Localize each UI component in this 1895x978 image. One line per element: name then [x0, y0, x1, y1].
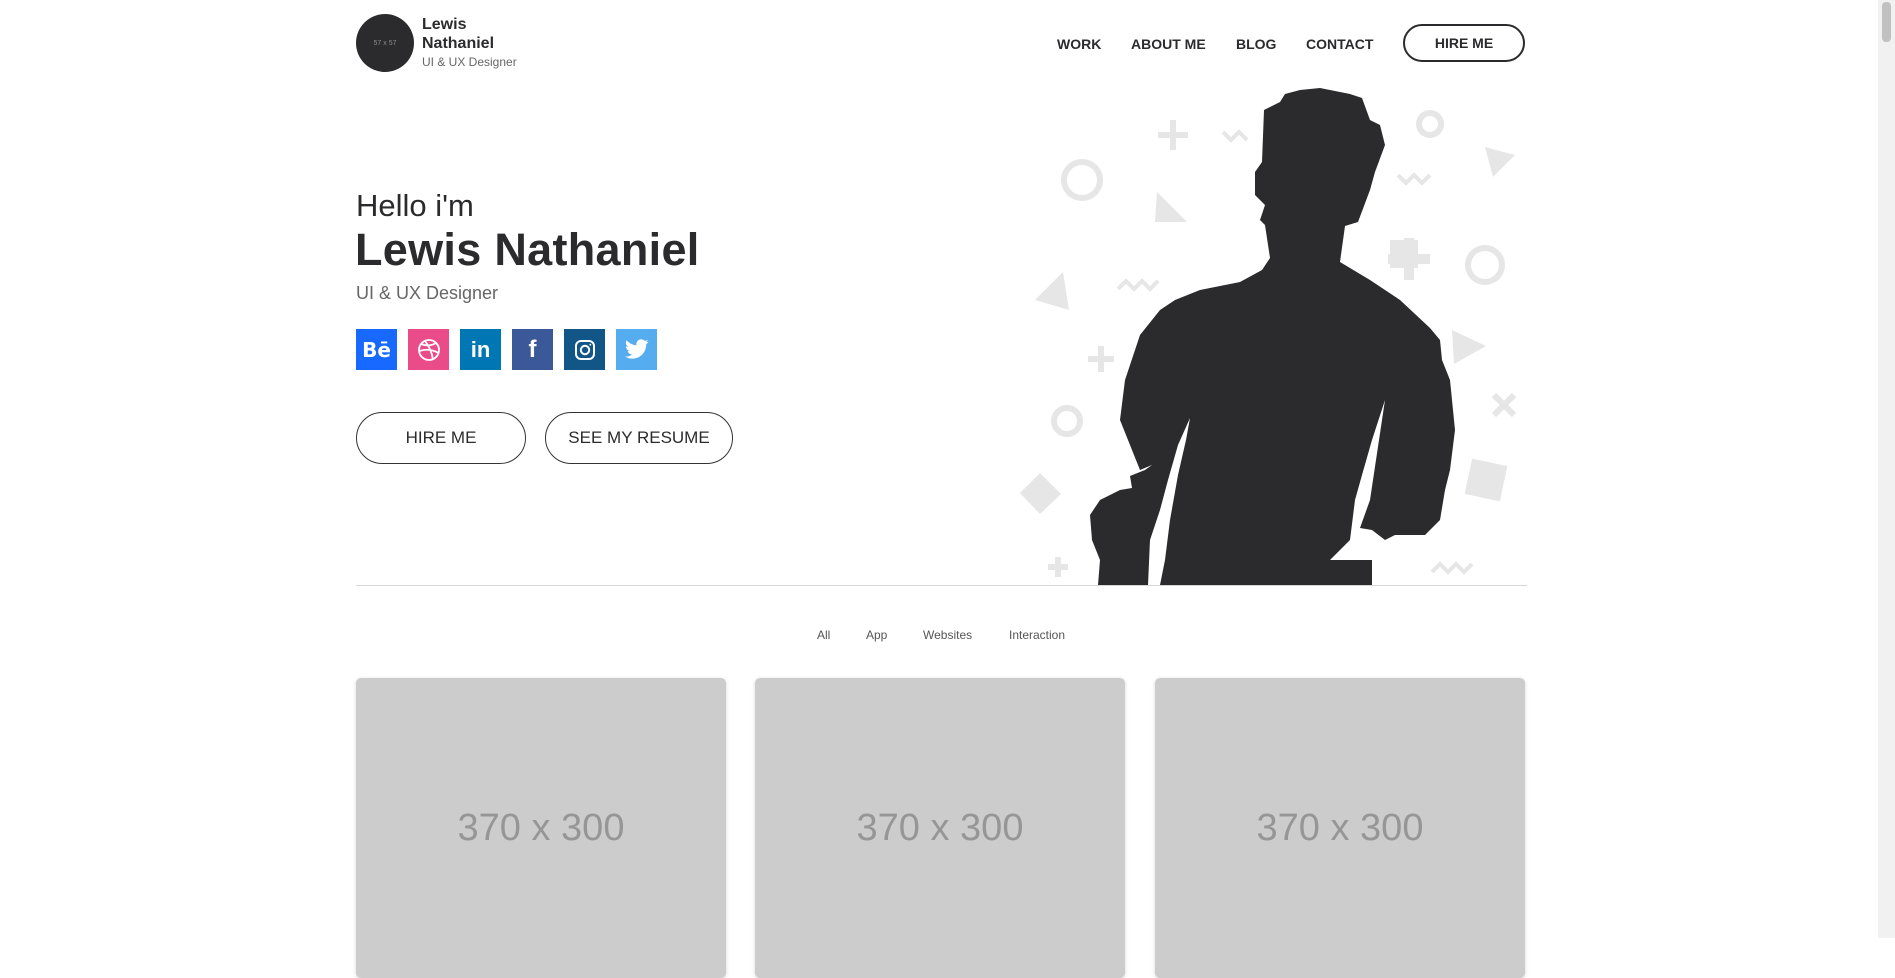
- image-placeholder-label: 370 x 300: [856, 806, 1024, 849]
- instagram-icon: [574, 339, 595, 360]
- logo-name[interactable]: Lewis Nathaniel: [422, 15, 512, 53]
- person-silhouette: [1090, 88, 1455, 585]
- hire-me-button[interactable]: HIRE ME: [356, 412, 526, 464]
- filter-app[interactable]: App: [866, 628, 887, 642]
- twitter-button[interactable]: [616, 329, 657, 370]
- filter-websites[interactable]: Websites: [923, 628, 972, 642]
- hero-greeting: Hello i'm: [356, 188, 474, 223]
- portfolio-item[interactable]: 370 x 300: [755, 678, 1125, 978]
- linkedin-icon: in: [470, 336, 491, 362]
- nav-about-me[interactable]: ABOUT ME: [1131, 36, 1206, 52]
- hero-divider: [356, 585, 1527, 586]
- image-placeholder-label: 370 x 300: [1256, 806, 1424, 849]
- behance-button[interactable]: Bē: [356, 329, 397, 370]
- logo-role: UI & UX Designer: [422, 55, 517, 69]
- hero-name: Lewis Nathaniel: [355, 224, 700, 275]
- filter-interaction[interactable]: Interaction: [1009, 628, 1065, 642]
- portfolio-item[interactable]: 370 x 300: [356, 678, 726, 978]
- image-placeholder-label: 370 x 300: [457, 806, 625, 849]
- scrollbar-thumb[interactable]: [1882, 2, 1891, 42]
- instagram-button[interactable]: [564, 329, 605, 370]
- logo-avatar[interactable]: 57 x 57: [356, 14, 414, 72]
- hero-illustration: [1020, 88, 1517, 585]
- twitter-icon: [624, 338, 648, 359]
- linkedin-button[interactable]: in: [460, 329, 501, 370]
- dribbble-icon: [417, 338, 440, 361]
- hero-role: UI & UX Designer: [356, 283, 499, 303]
- avatar-placeholder-text: 57 x 57: [373, 39, 397, 47]
- facebook-icon: f: [528, 335, 537, 363]
- nav-contact[interactable]: CONTACT: [1306, 36, 1373, 52]
- filter-all[interactable]: All: [817, 628, 830, 642]
- nav-blog[interactable]: BLOG: [1236, 36, 1276, 52]
- dribbble-button[interactable]: [408, 329, 449, 370]
- portfolio-item[interactable]: 370 x 300: [1155, 678, 1525, 978]
- header-hire-me-button[interactable]: HIRE ME: [1403, 24, 1525, 62]
- behance-icon: Bē: [362, 337, 391, 362]
- facebook-button[interactable]: f: [512, 329, 553, 370]
- page-scrollbar[interactable]: [1878, 0, 1895, 938]
- see-resume-button[interactable]: SEE MY RESUME: [545, 412, 733, 464]
- nav-work[interactable]: WORK: [1057, 36, 1101, 52]
